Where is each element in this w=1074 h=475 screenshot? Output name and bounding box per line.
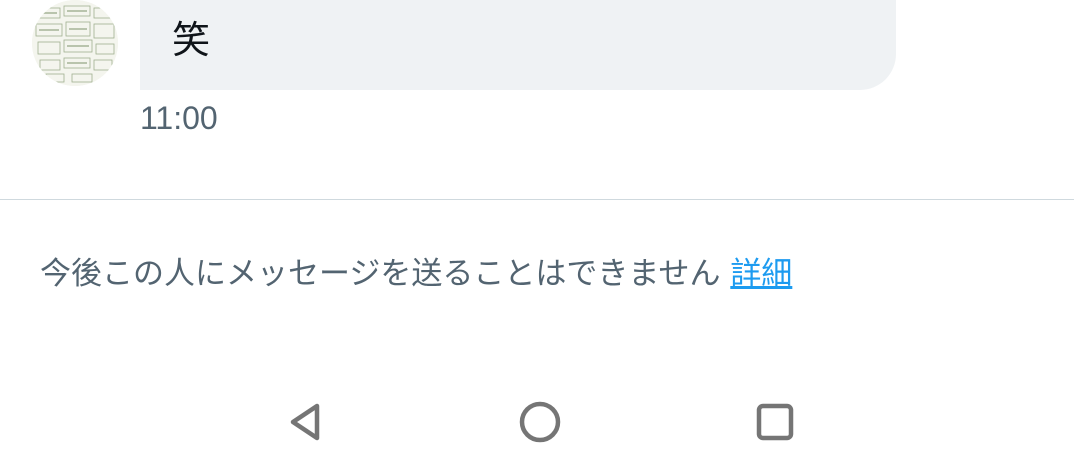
message-bubble[interactable]: 笑 — [140, 0, 896, 90]
circle-home-icon — [519, 401, 561, 443]
avatar-image — [32, 0, 118, 86]
cannot-message-notice: 今後この人にメッセージを送ることはできません 詳細 — [40, 252, 792, 296]
nav-recents-button[interactable] — [735, 382, 815, 462]
dm-conversation-screen: 笑 11:00 今後この人にメッセージを送ることはできません 詳細 — [0, 0, 1074, 475]
square-recents-icon — [756, 403, 794, 441]
avatar[interactable] — [32, 0, 118, 86]
composer-divider — [0, 199, 1074, 200]
notice-text: 今後この人にメッセージを送ることはできません — [40, 256, 721, 292]
details-link[interactable]: 詳細 — [730, 256, 792, 292]
message-timestamp: 11:00 — [140, 100, 218, 136]
triangle-back-icon — [290, 403, 320, 441]
message-text: 笑 — [172, 18, 211, 62]
nav-back-button[interactable] — [265, 382, 345, 462]
nav-home-button[interactable] — [500, 382, 580, 462]
system-navigation-bar — [0, 370, 1074, 475]
